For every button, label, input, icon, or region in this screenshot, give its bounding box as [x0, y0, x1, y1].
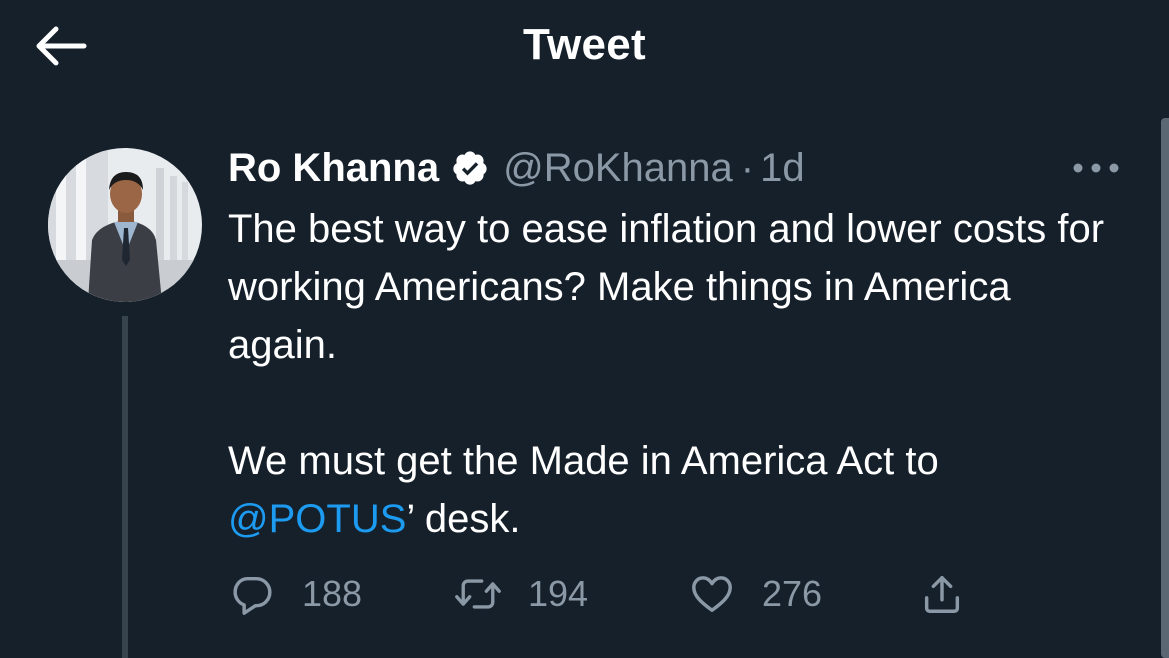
tweet-text: The best way to ease inflation and lower…	[228, 200, 1128, 548]
more-horizontal-icon	[1073, 163, 1119, 173]
reply-button[interactable]: 188	[228, 568, 362, 620]
tweet-author-row: Ro Khanna @RoKhanna · 1d	[228, 144, 805, 192]
share-icon	[918, 570, 966, 618]
reply-count: 188	[302, 573, 363, 614]
heart-icon	[688, 570, 736, 618]
tweet-timestamp[interactable]: 1d	[760, 146, 805, 191]
share-button[interactable]	[918, 568, 966, 620]
author-avatar[interactable]	[48, 148, 202, 302]
paragraph-2-text: We must get the Made in America Act to	[228, 439, 939, 483]
thread-line	[122, 316, 128, 658]
like-count: 276	[762, 573, 823, 614]
verified-badge-icon	[451, 149, 489, 187]
tweet-text-paragraph-1: The best way to ease inflation and lower…	[228, 207, 1105, 367]
avatar-photo	[48, 148, 202, 302]
author-handle[interactable]: @RoKhanna	[503, 146, 733, 191]
mention-link[interactable]: @POTUS	[228, 497, 406, 541]
tweet-detail-screen: Tweet Ro Khanna @RoKhanna · 1d The best …	[0, 0, 1169, 658]
like-button[interactable]: 276	[688, 568, 822, 620]
retweet-icon	[454, 570, 502, 618]
meta-separator: ·	[740, 145, 755, 190]
reply-icon	[228, 570, 276, 618]
author-name[interactable]: Ro Khanna	[228, 146, 439, 191]
retweet-button[interactable]: 194	[454, 568, 588, 620]
paragraph-2-suffix: ’ desk.	[406, 497, 521, 541]
page-title: Tweet	[523, 20, 646, 69]
tweet-text-paragraph-2: We must get the Made in America Act to @…	[228, 432, 1128, 548]
more-options-button[interactable]	[1068, 150, 1124, 186]
retweet-count: 194	[528, 573, 589, 614]
tweet-actions: 188 194 276	[228, 568, 988, 620]
scrollbar[interactable]	[1161, 118, 1169, 658]
